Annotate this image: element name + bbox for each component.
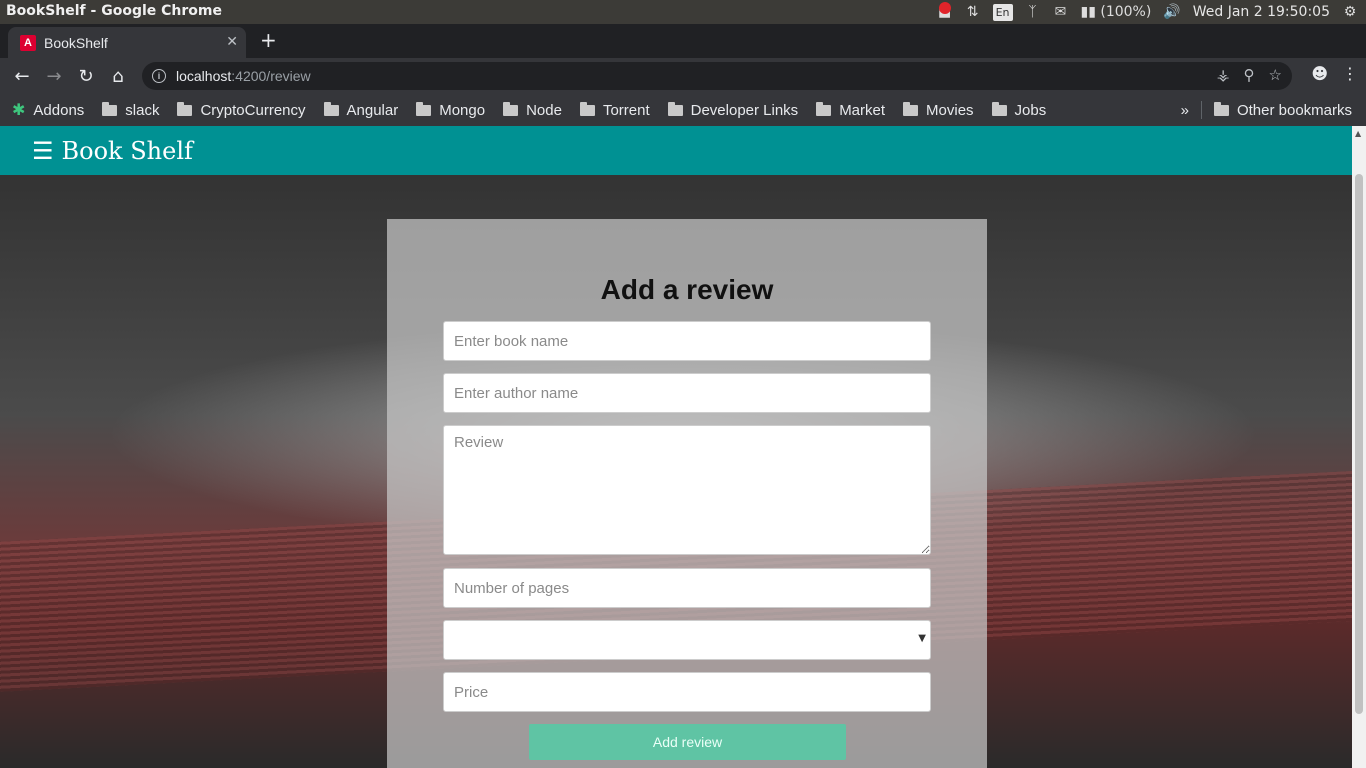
keyboard-language-indicator[interactable]: En [992, 3, 1013, 21]
angular-favicon-icon: A [20, 34, 36, 51]
bookmark-folder[interactable]: Mongo [416, 101, 485, 119]
bookmark-folder[interactable]: Movies [903, 101, 974, 119]
screen-recorder-icon[interactable]: ■ [937, 2, 953, 21]
folder-icon [667, 101, 683, 116]
folder-icon [416, 101, 432, 116]
folder-icon [102, 101, 118, 116]
bookmark-folder[interactable]: Jobs [991, 101, 1046, 119]
new-tab-plus-icon[interactable]: + [260, 30, 277, 50]
bluetooth-icon[interactable]: ᛉ [1025, 3, 1041, 21]
form-title: Add a review [600, 274, 774, 305]
forward-arrow-icon[interactable]: → [38, 60, 70, 92]
puzzle-piece-icon: ✱ [12, 102, 26, 119]
tab-strip: A BookShelf ✕ + [0, 24, 1366, 58]
bookmark-folder[interactable]: Developer Links [667, 101, 798, 119]
address-bar[interactable]: i localhost:4200/review ⚶ ⚲ ☆ [142, 62, 1292, 90]
folder-icon [323, 101, 339, 116]
battery-status[interactable]: ▮▮ (100%) [1081, 3, 1152, 21]
dropdown-arrow-icon: ▼ [918, 633, 926, 644]
folder-icon [503, 101, 519, 116]
scroll-up-arrow-icon[interactable]: ▲ [1355, 129, 1361, 138]
folder-icon [1213, 101, 1229, 116]
book-name-input[interactable] [443, 321, 931, 361]
rating-select[interactable]: ▼ [443, 620, 931, 660]
folder-icon [177, 101, 193, 116]
other-bookmarks[interactable]: Other bookmarks [1213, 101, 1352, 119]
folder-icon [579, 101, 595, 116]
network-icon[interactable]: ⇅ [965, 3, 981, 21]
bookmarks-bar: ✱ Addons slack CryptoCurrency Angular Mon… [0, 94, 1366, 126]
volume-icon[interactable]: 🔊 [1163, 3, 1180, 21]
zoom-icon[interactable]: ⚲ [1244, 66, 1255, 84]
add-review-button[interactable]: Add review [529, 724, 846, 760]
app-navbar: ☰ Book Shelf [0, 126, 1352, 175]
review-form-card: Add a review ▼ Add review [387, 219, 987, 768]
battery-percentage: (100%) [1100, 4, 1152, 20]
clock[interactable]: Wed Jan 2 19:50:05 [1193, 4, 1330, 20]
recording-dot-icon [939, 2, 952, 14]
tab-bookshelf[interactable]: A BookShelf ✕ [8, 27, 246, 58]
price-input[interactable] [443, 672, 931, 712]
folder-icon [816, 101, 832, 116]
bookmark-folder[interactable]: Torrent [579, 101, 650, 119]
tab-title: BookShelf [44, 34, 108, 51]
divider [1200, 101, 1202, 119]
bookmark-folder[interactable]: Market [816, 101, 885, 119]
site-info-icon[interactable]: i [152, 69, 166, 83]
brand-title[interactable]: Book Shelf [62, 137, 193, 165]
back-arrow-icon[interactable]: ← [6, 60, 38, 92]
pages-input[interactable] [443, 568, 931, 608]
page-scrollbar[interactable]: ▲ [1352, 126, 1366, 768]
hamburger-menu-icon[interactable]: ☰ [32, 137, 54, 165]
page-viewport: ☰ Book Shelf Add a review ▼ Add review ▲ [0, 126, 1366, 768]
key-icon[interactable]: ⚶ [1217, 66, 1230, 84]
bookmark-folder[interactable]: Node [503, 101, 562, 119]
system-tray: ■ ⇅ En ᛉ ✉ ▮▮ (100%) 🔊 Wed Jan 2 19:50:0… [937, 0, 1358, 24]
author-name-input[interactable] [443, 373, 931, 413]
incognito-extension-icon[interactable]: ☻ [1311, 64, 1328, 83]
url-path: :4200/review [231, 68, 311, 84]
url-host: localhost [176, 68, 232, 84]
chrome-menu-icon[interactable]: ⋮ [1342, 64, 1358, 83]
window-title: BookShelf - Google Chrome [6, 3, 222, 19]
bookmark-folder[interactable]: slack [102, 101, 159, 119]
folder-icon [903, 101, 919, 116]
toolbar-right: ☻ ⋮ [1311, 64, 1358, 83]
omnibox-actions: ⚶ ⚲ ☆ [1217, 66, 1282, 84]
bookmarks-overflow-chevron[interactable]: » [1181, 102, 1189, 119]
bookmark-folder[interactable]: Angular [323, 101, 398, 119]
browser-toolbar: ← → ↻ ⌂ i localhost:4200/review ⚶ ⚲ ☆ ☻ … [0, 58, 1366, 94]
folder-icon [991, 101, 1007, 116]
mail-icon[interactable]: ✉ [1053, 3, 1069, 21]
review-textarea[interactable] [443, 425, 931, 555]
bookmark-star-icon[interactable]: ☆ [1269, 66, 1282, 84]
bookmark-folder[interactable]: CryptoCurrency [177, 101, 306, 119]
reload-icon[interactable]: ↻ [70, 60, 102, 92]
power-settings-icon[interactable]: ⚙ [1342, 3, 1358, 21]
close-tab-icon[interactable]: ✕ [226, 33, 238, 50]
bookmarks-right: » Other bookmarks [1181, 101, 1352, 119]
os-top-bar: BookShelf - Google Chrome ■ ⇅ En ᛉ ✉ ▮▮ … [0, 0, 1366, 24]
home-icon[interactable]: ⌂ [102, 60, 134, 92]
scroll-thumb[interactable] [1355, 174, 1363, 714]
bookmark-addons[interactable]: ✱ Addons [12, 100, 84, 120]
